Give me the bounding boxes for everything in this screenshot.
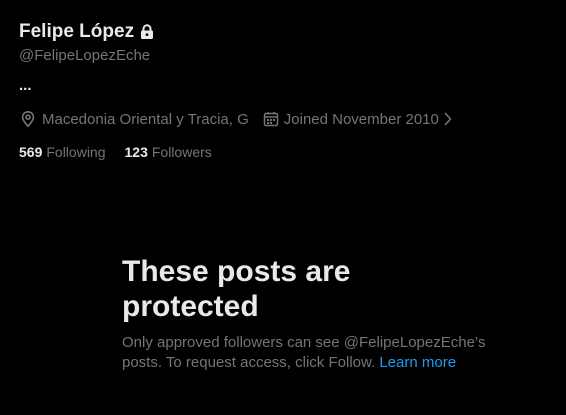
followers-label: Followers: [151, 144, 212, 160]
following-link[interactable]: 569 Following: [19, 142, 106, 162]
profile-meta: Macedonia Oriental y Tracia, G Joined No…: [19, 108, 559, 130]
name-row: Felipe López: [19, 18, 559, 46]
followers-link[interactable]: 123 Followers: [125, 142, 212, 162]
joined-text: Joined November 2010: [283, 110, 439, 128]
chevron-right-icon: [444, 112, 452, 126]
location-pin-icon: [19, 110, 37, 128]
profile-handle: @FelipeLopezEche: [19, 47, 151, 64]
display-name: Felipe López: [19, 21, 135, 42]
calendar-icon: [263, 111, 279, 127]
following-count: 569: [19, 144, 43, 160]
protected-title: These posts are protected: [122, 255, 351, 323]
learn-more-link[interactable]: Learn more: [379, 354, 456, 371]
following-label: Following: [46, 144, 106, 160]
protected-notice: These posts are protected Only approved …: [122, 254, 502, 373]
follow-stats: 569 Following 123 Followers: [19, 142, 559, 162]
lock-icon: [140, 23, 156, 41]
protected-body: Only approved followers can see @FelipeL…: [122, 333, 487, 373]
profile-header: Felipe López @FelipeLopezEche ... Macedo…: [19, 18, 559, 162]
profile-location: Macedonia Oriental y Tracia, G: [19, 110, 249, 128]
profile-joined[interactable]: Joined November 2010: [263, 111, 452, 128]
location-text: Macedonia Oriental y Tracia, G: [42, 110, 249, 128]
profile-bio: ...: [19, 77, 32, 94]
followers-count: 123: [124, 144, 148, 160]
